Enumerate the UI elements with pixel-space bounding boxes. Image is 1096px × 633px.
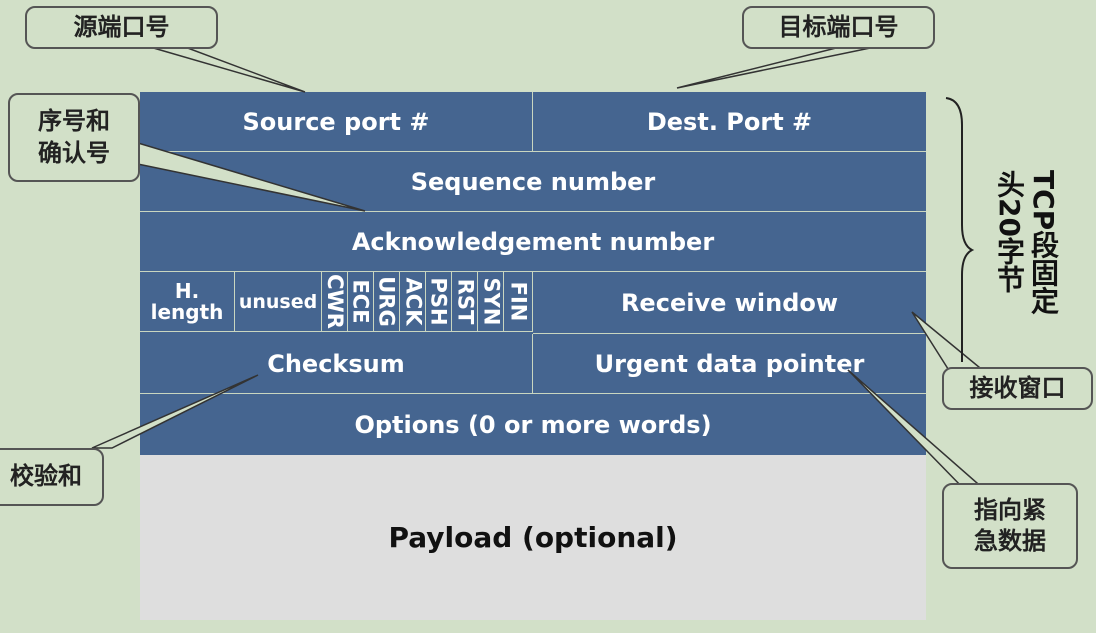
callout-checksum: 校验和 [0,448,104,506]
leader-seq-ack [127,138,366,212]
leader-dest-port [676,46,876,89]
leader-source-port [149,46,306,93]
callout-seq-ack-line1: 序号和 [38,107,110,136]
callout-urgent: 指向紧 急数据 [942,483,1078,569]
fixed-header-note: TCP段固定头20字节 [993,170,1060,315]
callout-seq-ack-line2: 确认号 [38,138,110,167]
callout-dest-port: 目标端口号 [742,6,935,49]
callout-source-port: 源端口号 [25,6,218,49]
leader-receive-window [911,311,988,373]
leader-checksum [91,374,259,449]
callout-seq-ack: 序号和 确认号 [8,93,140,182]
callout-urgent-line1: 指向紧 [974,495,1046,524]
callout-receive-window: 接收窗口 [942,367,1093,410]
brace [945,97,975,362]
callout-urgent-line2: 急数据 [974,527,1046,555]
callout-leaders [91,46,988,491]
